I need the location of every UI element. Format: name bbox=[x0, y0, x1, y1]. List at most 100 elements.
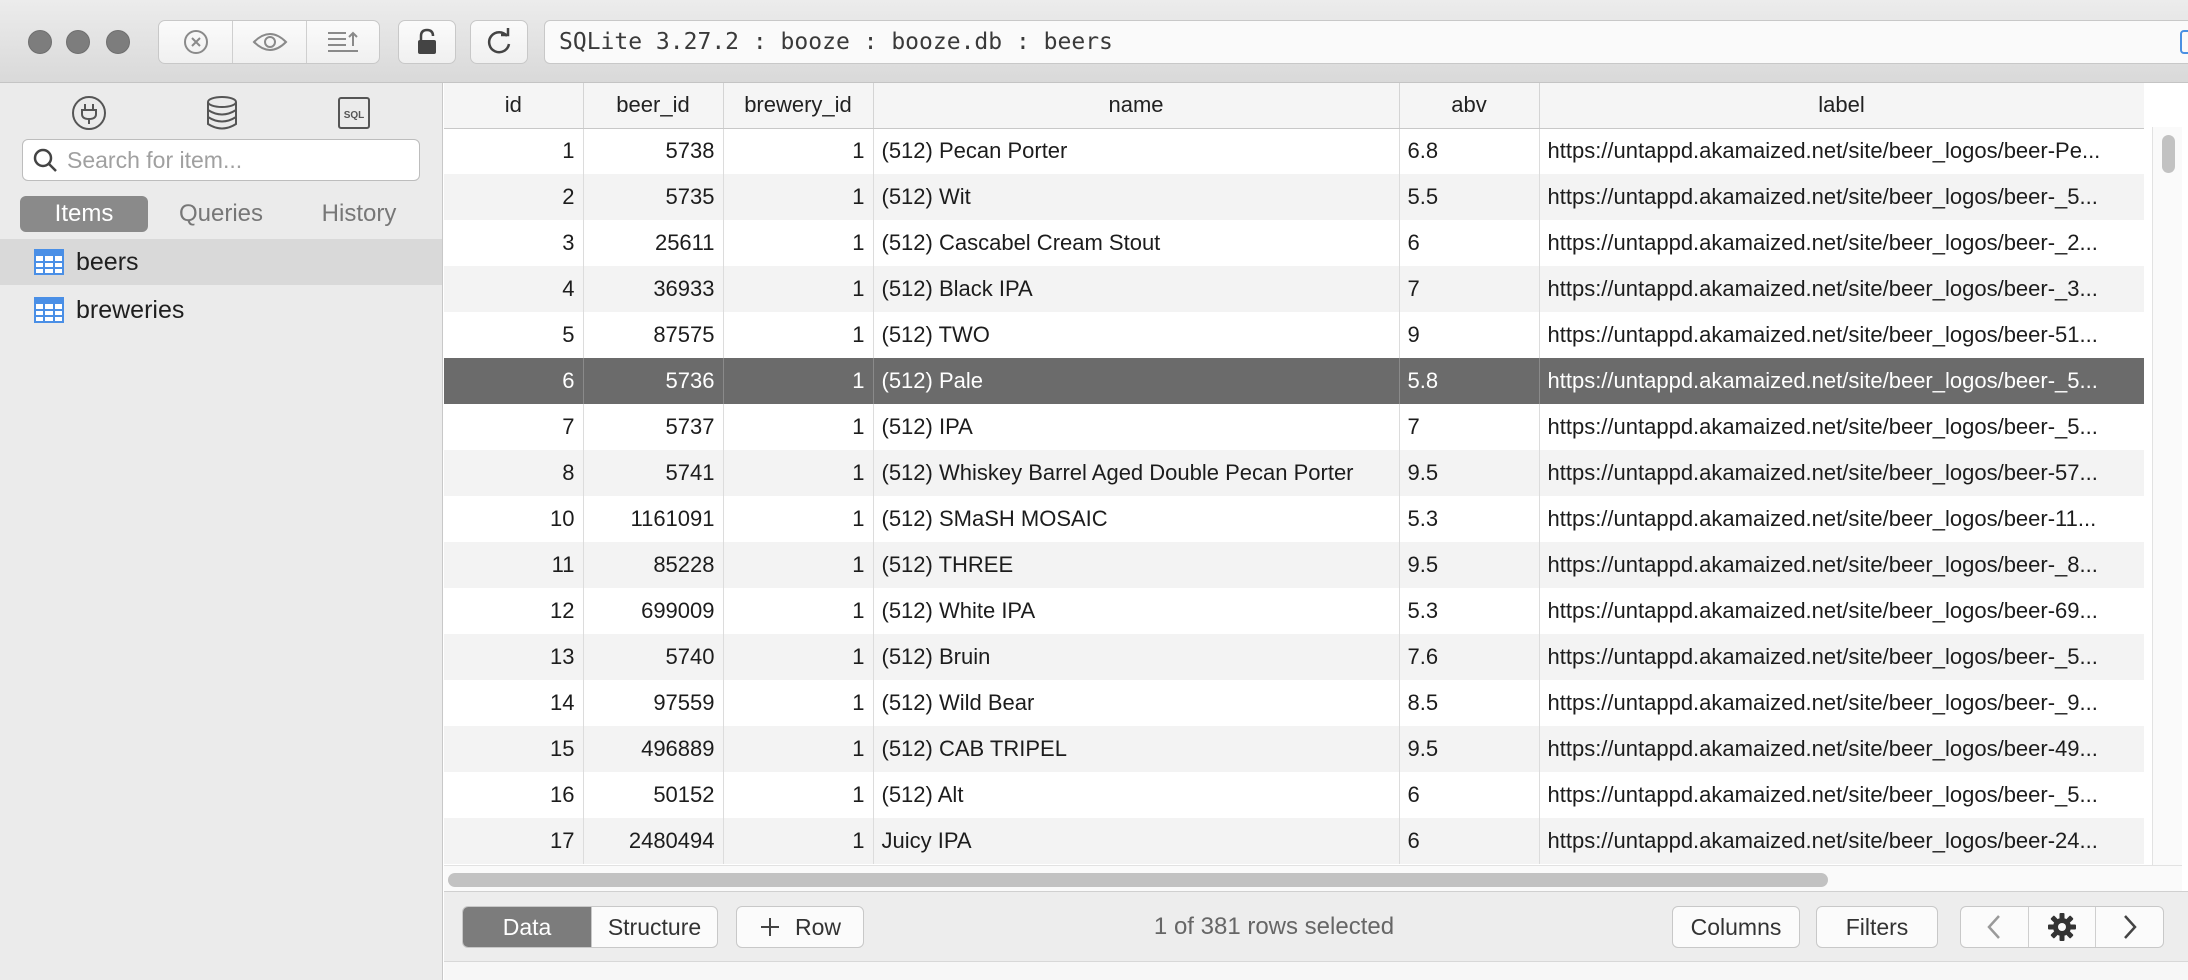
cell-brewery-id[interactable]: 1 bbox=[723, 542, 874, 588]
cell-abv[interactable]: 5.3 bbox=[1399, 496, 1540, 542]
cell-brewery-id[interactable]: 1 bbox=[723, 726, 874, 772]
cell-label[interactable]: https://untappd.akamaized.net/site/beer_… bbox=[1539, 726, 2144, 772]
table-row[interactable]: 3 25611 1 (512) Cascabel Cream Stout 6 https:… bbox=[444, 220, 2144, 266]
column-header-beer-id[interactable]: beer_id bbox=[583, 83, 724, 129]
table-row[interactable]: 14 97559 1 (512) Wild Bear 8.5 https://untapp… bbox=[444, 680, 2144, 726]
cell-name[interactable]: (512) Bruin bbox=[873, 634, 1400, 680]
window-minimize-button[interactable] bbox=[66, 30, 90, 54]
cell-name[interactable]: (512) CAB TRIPEL bbox=[873, 726, 1400, 772]
cell-abv[interactable]: 6 bbox=[1399, 818, 1540, 864]
cell-abv[interactable]: 5.8 bbox=[1399, 358, 1540, 404]
cell-abv[interactable]: 7 bbox=[1399, 404, 1540, 450]
cell-name[interactable]: Juicy IPA bbox=[873, 818, 1400, 864]
cell-beer-id[interactable]: 5736 bbox=[583, 358, 724, 404]
horizontal-scroll-thumb[interactable] bbox=[448, 873, 1828, 887]
cell-beer-id[interactable]: 36933 bbox=[583, 266, 724, 312]
cell-abv[interactable]: 8.5 bbox=[1399, 680, 1540, 726]
cell-brewery-id[interactable]: 1 bbox=[723, 358, 874, 404]
table-row[interactable]: 10 1161091 1 (512) SMaSH MOSAIC 5.3 https://u… bbox=[444, 496, 2144, 542]
cell-abv[interactable]: 9.5 bbox=[1399, 542, 1540, 588]
table-row[interactable]: 17 2480494 1 Juicy IPA 6 https://untappd.akam… bbox=[444, 818, 2144, 864]
cell-brewery-id[interactable]: 1 bbox=[723, 266, 874, 312]
cell-name[interactable]: (512) Pecan Porter bbox=[873, 128, 1400, 174]
export-button[interactable] bbox=[307, 21, 379, 63]
next-page-button[interactable] bbox=[2096, 907, 2163, 947]
cell-label[interactable]: https://untappd.akamaized.net/site/beer_… bbox=[1539, 312, 2144, 358]
cell-name[interactable]: (512) THREE bbox=[873, 542, 1400, 588]
add-row-button[interactable]: Row bbox=[736, 906, 864, 948]
cell-beer-id[interactable]: 5735 bbox=[583, 174, 724, 220]
cell-name[interactable]: (512) Alt bbox=[873, 772, 1400, 818]
sql-query-button[interactable]: SQL bbox=[334, 93, 374, 133]
cell-brewery-id[interactable]: 1 bbox=[723, 128, 874, 174]
window-close-button[interactable] bbox=[28, 30, 52, 54]
cell-name[interactable]: (512) Whiskey Barrel Aged Double Pecan P… bbox=[873, 450, 1400, 496]
cell-brewery-id[interactable]: 1 bbox=[723, 312, 874, 358]
cell-label[interactable]: https://untappd.akamaized.net/site/beer_… bbox=[1539, 174, 2144, 220]
database-button[interactable] bbox=[202, 93, 242, 133]
cell-beer-id[interactable]: 25611 bbox=[583, 220, 724, 266]
table-row[interactable]: 12 699009 1 (512) White IPA 5.3 https://untap… bbox=[444, 588, 2144, 634]
search-input[interactable] bbox=[67, 146, 407, 174]
horizontal-scrollbar[interactable] bbox=[444, 865, 2182, 891]
cell-id[interactable]: 15 bbox=[444, 726, 584, 772]
column-header-name[interactable]: name bbox=[873, 83, 1400, 129]
cell-id[interactable]: 12 bbox=[444, 588, 584, 634]
cell-name[interactable]: (512) Wild Bear bbox=[873, 680, 1400, 726]
cell-abv[interactable]: 6.8 bbox=[1399, 128, 1540, 174]
cell-label[interactable]: https://untappd.akamaized.net/site/beer_… bbox=[1539, 818, 2144, 864]
cell-name[interactable]: (512) TWO bbox=[873, 312, 1400, 358]
cell-label[interactable]: https://untappd.akamaized.net/site/beer_… bbox=[1539, 266, 2144, 312]
cell-brewery-id[interactable]: 1 bbox=[723, 174, 874, 220]
cell-abv[interactable]: 7.6 bbox=[1399, 634, 1540, 680]
cell-label[interactable]: https://untappd.akamaized.net/site/beer_… bbox=[1539, 496, 2144, 542]
column-header-abv[interactable]: abv bbox=[1399, 83, 1540, 129]
refresh-button[interactable] bbox=[470, 20, 528, 64]
cell-brewery-id[interactable]: 1 bbox=[723, 818, 874, 864]
cell-label[interactable]: https://untappd.akamaized.net/site/beer_… bbox=[1539, 220, 2144, 266]
cell-beer-id[interactable]: 496889 bbox=[583, 726, 724, 772]
cell-brewery-id[interactable]: 1 bbox=[723, 450, 874, 496]
cell-label[interactable]: https://untappd.akamaized.net/site/beer_… bbox=[1539, 358, 2144, 404]
cell-name[interactable]: (512) Wit bbox=[873, 174, 1400, 220]
table-row[interactable]: 6 5736 1 (512) Pale 5.8 https://untappd.akama… bbox=[444, 358, 2144, 404]
cell-id[interactable]: 7 bbox=[444, 404, 584, 450]
column-header-brewery-id[interactable]: brewery_id bbox=[723, 83, 874, 129]
cell-beer-id[interactable]: 5741 bbox=[583, 450, 724, 496]
columns-button[interactable]: Columns bbox=[1672, 906, 1800, 948]
tab-data[interactable]: Data bbox=[463, 907, 591, 947]
cell-brewery-id[interactable]: 1 bbox=[723, 680, 874, 726]
cell-label[interactable]: https://untappd.akamaized.net/site/beer_… bbox=[1539, 450, 2144, 496]
table-row[interactable]: 5 87575 1 (512) TWO 9 https://untappd.akamaiz… bbox=[444, 312, 2144, 358]
column-header-id[interactable]: id bbox=[444, 83, 584, 129]
lock-button[interactable] bbox=[398, 20, 456, 64]
vertical-scrollbar[interactable] bbox=[2152, 127, 2182, 877]
table-row[interactable]: 1 5738 1 (512) Pecan Porter 6.8 https://untap… bbox=[444, 128, 2144, 174]
cell-id[interactable]: 11 bbox=[444, 542, 584, 588]
cell-abv[interactable]: 5.3 bbox=[1399, 588, 1540, 634]
cell-id[interactable]: 13 bbox=[444, 634, 584, 680]
cell-label[interactable]: https://untappd.akamaized.net/site/beer_… bbox=[1539, 634, 2144, 680]
cell-brewery-id[interactable]: 1 bbox=[723, 634, 874, 680]
cell-abv[interactable]: 6 bbox=[1399, 772, 1540, 818]
table-row[interactable]: 13 5740 1 (512) Bruin 7.6 https://untappd.aka… bbox=[444, 634, 2144, 680]
cell-abv[interactable]: 6 bbox=[1399, 220, 1540, 266]
sidebar-item-breweries[interactable]: breweries bbox=[0, 287, 442, 333]
table-row[interactable]: 7 5737 1 (512) IPA 7 https://untappd.akamaize… bbox=[444, 404, 2144, 450]
cell-id[interactable]: 10 bbox=[444, 496, 584, 542]
filters-button[interactable]: Filters bbox=[1816, 906, 1938, 948]
cell-label[interactable]: https://untappd.akamaized.net/site/beer_… bbox=[1539, 404, 2144, 450]
cell-label[interactable]: https://untappd.akamaized.net/site/beer_… bbox=[1539, 542, 2144, 588]
cell-name[interactable]: (512) Cascabel Cream Stout bbox=[873, 220, 1400, 266]
cell-beer-id[interactable]: 1161091 bbox=[583, 496, 724, 542]
cell-id[interactable]: 8 bbox=[444, 450, 584, 496]
preview-button[interactable] bbox=[233, 21, 307, 63]
cell-abv[interactable]: 5.5 bbox=[1399, 174, 1540, 220]
cell-brewery-id[interactable]: 1 bbox=[723, 404, 874, 450]
column-header-label[interactable]: label bbox=[1539, 83, 2144, 129]
cell-brewery-id[interactable]: 1 bbox=[723, 772, 874, 818]
cell-name[interactable]: (512) Pale bbox=[873, 358, 1400, 404]
tab-history[interactable]: History bbox=[292, 196, 426, 232]
cell-name[interactable]: (512) IPA bbox=[873, 404, 1400, 450]
cell-label[interactable]: https://untappd.akamaized.net/site/beer_… bbox=[1539, 588, 2144, 634]
